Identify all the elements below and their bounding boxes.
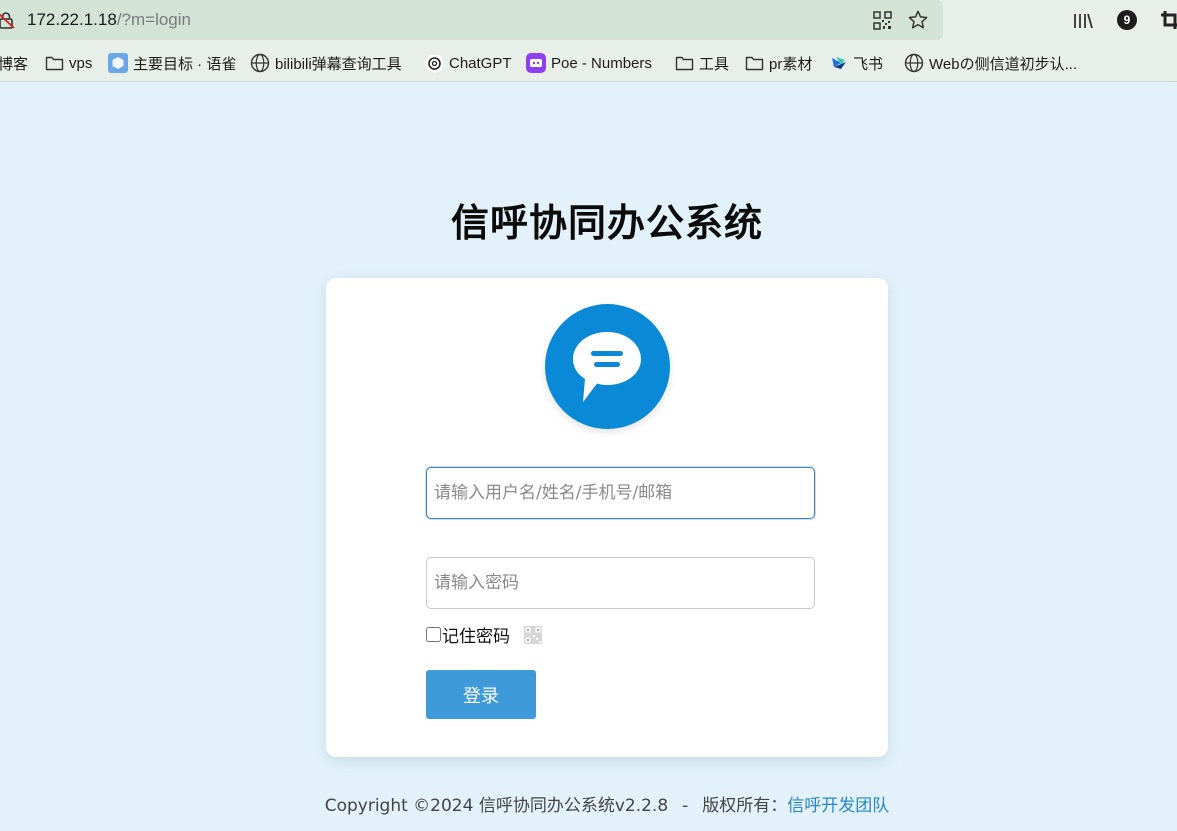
bookmark-bilibili[interactable]: bilibili弹幕查询工具 xyxy=(250,52,402,74)
insecure-lock-icon[interactable] xyxy=(0,10,16,30)
url-path: /?m=login xyxy=(116,10,191,29)
bookmark-pr-materials[interactable]: pr素材 xyxy=(745,52,812,74)
bookmark-label: ChatGPT xyxy=(449,54,512,72)
bookmark-feishu[interactable]: 飞书 xyxy=(830,52,883,74)
library-icon[interactable] xyxy=(1072,11,1094,31)
app-logo xyxy=(545,304,670,429)
bookmark-web-side-channel[interactable]: Webの侧信道初步认... xyxy=(904,52,1077,74)
folder-icon xyxy=(45,56,64,71)
folder-icon xyxy=(675,56,694,71)
folder-icon xyxy=(745,56,764,71)
bookmark-chatgpt[interactable]: ChatGPT xyxy=(425,52,512,74)
footer: Copyright ©2024 信呼协同办公系统v2.2.8- 版权所有：信呼开发… xyxy=(0,791,1177,816)
yuque-icon xyxy=(108,53,128,73)
bookmark-star-icon[interactable] xyxy=(907,9,929,31)
login-card: 记住密码 登录 xyxy=(326,278,888,757)
footer-rights-label: 版权所有： xyxy=(702,796,788,816)
bookmark-tools[interactable]: 工具 xyxy=(675,52,729,74)
chatgpt-icon xyxy=(425,54,444,72)
bookmark-label: Poe - Numbers xyxy=(551,54,652,72)
footer-separator: - xyxy=(682,796,689,816)
remember-password[interactable]: 记住密码 xyxy=(426,623,510,647)
bookmark-vps[interactable]: vps xyxy=(45,52,92,74)
url-text[interactable]: 172.22.1.18/?m=login xyxy=(27,10,191,30)
team-link[interactable]: 信呼开发团队 xyxy=(787,796,889,816)
bookmark-label: vps xyxy=(69,54,93,72)
bookmark-yuque[interactable]: 主要目标 · 语雀 xyxy=(108,52,236,74)
poe-icon xyxy=(526,53,546,73)
password-input[interactable] xyxy=(426,557,815,609)
page-title: 信呼协同办公系统 xyxy=(450,201,763,245)
bookmark-label: 博客 xyxy=(0,55,29,73)
bookmark-blog[interactable]: 博客 xyxy=(0,52,28,74)
url-host: 172.22.1.18 xyxy=(27,10,117,29)
bookmark-label: 主要目标 · 语雀 xyxy=(133,55,237,73)
qr-login-icon[interactable] xyxy=(524,626,542,644)
bookmark-poe[interactable]: Poe - Numbers xyxy=(526,52,652,74)
login-button[interactable]: 登录 xyxy=(426,670,536,719)
bookmark-label: 飞书 xyxy=(853,55,884,73)
crop-icon[interactable] xyxy=(1160,10,1177,30)
globe-icon xyxy=(250,53,270,73)
chat-bubble-icon xyxy=(573,332,641,402)
bookmarks-bar: 博客 vps 主要目标 · 语雀 bilibili弹幕查询工具 ChatGPT … xyxy=(0,42,1177,82)
extension-badge-icon[interactable]: 9 xyxy=(1117,10,1137,30)
address-bar[interactable]: 172.22.1.18/?m=login xyxy=(0,0,943,40)
remember-password-label: 记住密码 xyxy=(442,626,510,647)
globe-icon xyxy=(904,53,924,73)
bookmark-label: pr素材 xyxy=(769,55,813,73)
bookmark-label: 工具 xyxy=(699,55,730,73)
feishu-icon xyxy=(832,57,846,69)
bookmark-label: bilibili弹幕查询工具 xyxy=(275,55,402,73)
qr-code-icon[interactable] xyxy=(873,11,892,30)
footer-copyright: Copyright ©2024 信呼协同办公系统v2.2.8 xyxy=(324,796,669,816)
browser-toolbar: 172.22.1.18/?m=login 9 xyxy=(0,0,1177,42)
username-input[interactable] xyxy=(426,467,815,519)
bookmark-label: Webの侧信道初步认... xyxy=(929,55,1078,73)
remember-password-checkbox[interactable] xyxy=(426,626,441,642)
